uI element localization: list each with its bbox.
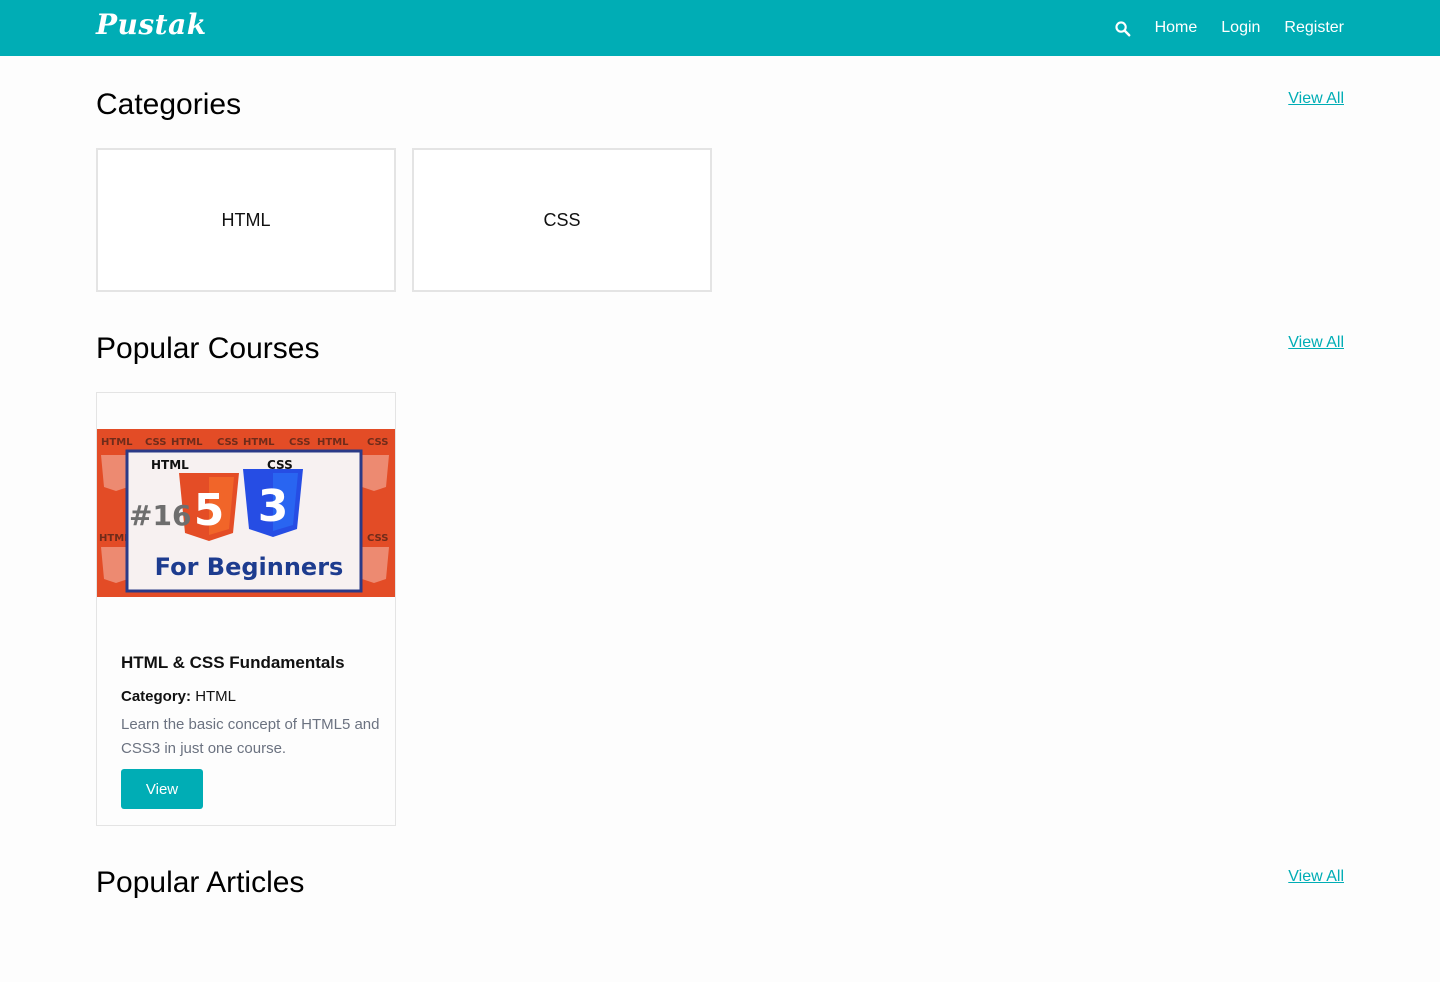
- course-title: HTML & CSS Fundamentals: [121, 653, 345, 672]
- category-label: CSS: [543, 209, 581, 230]
- category-card-html[interactable]: HTML: [96, 148, 396, 292]
- course-card: HTML CSS HTML CSS HTML CSS HTML CSS HTML CSS H…: [96, 392, 396, 826]
- course-category-value: HTML: [195, 688, 237, 705]
- articles-view-all-link[interactable]: View All: [1288, 868, 1344, 886]
- thumb-html-badge: HTML: [151, 458, 189, 472]
- svg-text:3: 3: [258, 481, 289, 532]
- svg-text:HTML: HTML: [243, 437, 275, 448]
- view-course-button[interactable]: View: [121, 769, 203, 809]
- svg-text:5: 5: [194, 485, 225, 536]
- category-label: HTML: [221, 209, 271, 230]
- courses-view-all-link[interactable]: View All: [1288, 334, 1344, 352]
- nav-login-link[interactable]: Login: [1221, 19, 1260, 37]
- category-card-css[interactable]: CSS: [412, 148, 712, 292]
- svg-text:HTML: HTML: [101, 437, 133, 448]
- categories-view-all-link[interactable]: View All: [1288, 90, 1344, 108]
- categories-heading: Categories: [96, 88, 242, 121]
- course-description: Learn the basic concept of HTML5 and CSS…: [121, 716, 380, 757]
- nav-home-link[interactable]: Home: [1155, 19, 1198, 37]
- course-category: Category: HTML: [121, 688, 236, 705]
- thumb-tagline: For Beginners: [155, 553, 344, 581]
- svg-text:HTML: HTML: [171, 437, 203, 448]
- top-navbar: Pustak Home Login Register: [0, 0, 1440, 56]
- nav-links: Home Login Register: [1114, 0, 1344, 56]
- popular-articles-heading: Popular Articles: [96, 866, 305, 899]
- search-icon[interactable]: [1114, 20, 1131, 37]
- popular-courses-heading: Popular Courses: [96, 332, 320, 365]
- svg-text:CSS: CSS: [289, 437, 310, 448]
- svg-text:CSS: CSS: [367, 533, 388, 544]
- svg-text:CSS: CSS: [367, 437, 388, 448]
- thumb-episode-number: #16: [129, 499, 191, 532]
- svg-text:CSS: CSS: [217, 437, 238, 448]
- svg-text:HTML: HTML: [317, 437, 349, 448]
- brand-logo[interactable]: Pustak: [96, 8, 207, 41]
- svg-text:CSS: CSS: [145, 437, 166, 448]
- nav-register-link[interactable]: Register: [1284, 19, 1344, 37]
- course-thumbnail[interactable]: HTML CSS HTML CSS HTML CSS HTML CSS HTML CSS H…: [97, 429, 395, 597]
- course-category-label: Category:: [121, 688, 192, 705]
